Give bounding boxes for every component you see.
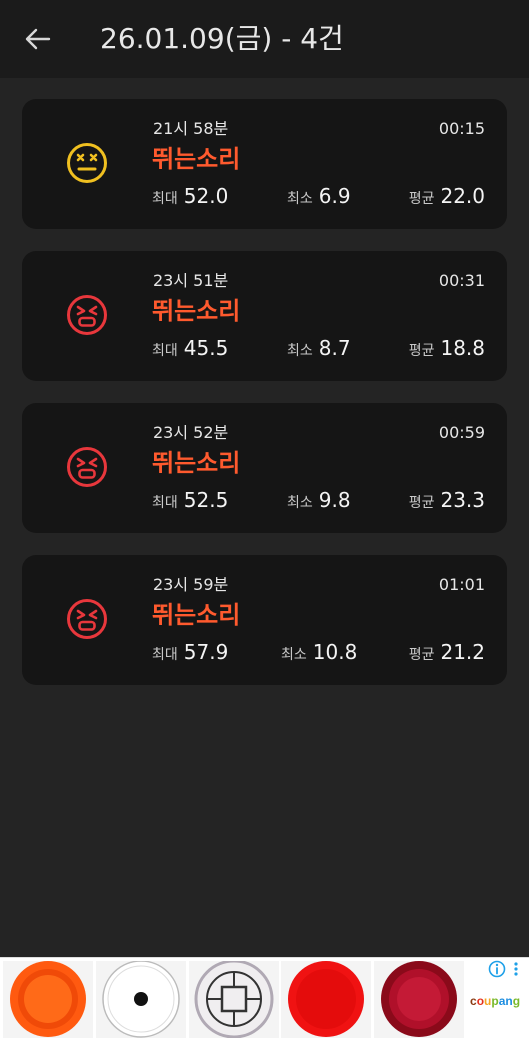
stat-avg: 평균 18.8 (409, 335, 485, 364)
record-type: 뛰는소리 (152, 601, 241, 629)
coupang-logo: coupang (470, 994, 521, 1008)
record-card[interactable]: 23시 52분 00:59 뛰는소리 최대 52.5 최소 9.8 평균 23.3 (22, 403, 507, 533)
stat-min: 최소 8.7 (287, 335, 351, 364)
record-type: 뛰는소리 (152, 145, 241, 173)
record-duration: 00:31 (438, 271, 485, 290)
record-card[interactable]: 23시 51분 00:31 뛰는소리 최대 45.5 최소 8.7 평균 18.8 (22, 251, 507, 381)
stat-min-label: 최소 (287, 343, 313, 359)
more-vertical-icon[interactable] (513, 962, 519, 976)
stat-avg-label: 평균 (408, 495, 435, 511)
red-dish-image (288, 961, 364, 1037)
stat-max-value: 52.5 (183, 488, 229, 512)
stat-avg: 평균 22.0 (409, 183, 485, 212)
stat-min-value: 8.7 (318, 336, 351, 360)
stat-max-label: 최대 (152, 495, 178, 511)
stat-max-value: 57.9 (183, 640, 229, 664)
record-time: 23시 59분 (153, 575, 229, 594)
stat-max: 최대 45.5 (152, 335, 228, 364)
stat-max: 최대 52.5 (152, 487, 228, 516)
record-duration: 00:15 (438, 119, 485, 138)
stat-max-value: 45.5 (183, 336, 229, 360)
dizzy-face-icon (67, 143, 107, 183)
stat-avg-label: 평균 (408, 191, 435, 207)
pattern-plate-image (194, 959, 274, 1039)
record-card[interactable]: 23시 59분 01:01 뛰는소리 최대 57.9 최소 10.8 평균 21.2 (22, 555, 507, 685)
stat-avg-label: 평균 (408, 343, 435, 359)
stat-min-value: 6.9 (318, 184, 351, 208)
stat-max: 최대 52.0 (152, 183, 228, 212)
stat-avg-label: 평균 (408, 647, 435, 663)
arrow-left-icon (25, 28, 51, 50)
stat-min-value: 9.8 (318, 488, 351, 512)
record-time: 23시 51분 (153, 271, 229, 290)
stat-avg-value: 22.0 (440, 184, 485, 208)
record-time: 21시 58분 (153, 119, 229, 138)
record-card[interactable]: 21시 58분 00:15 뛰는소리 최대 52.0 최소 6.9 평균 22.0 (22, 99, 507, 229)
stat-min-value: 10.8 (312, 640, 358, 664)
stat-max-label: 최대 (152, 191, 178, 207)
stat-min: 최소 6.9 (287, 183, 351, 212)
record-time: 23시 52분 (153, 423, 229, 442)
stat-avg-value: 18.8 (440, 336, 485, 360)
ad-product-red-dish[interactable] (281, 961, 371, 1038)
stat-max-value: 52.0 (183, 184, 229, 208)
stat-max-label: 최대 (152, 647, 178, 663)
record-list: 21시 58분 00:15 뛰는소리 최대 52.0 최소 6.9 평균 22.0 2… (22, 99, 507, 707)
burgundy-dish-image (381, 961, 457, 1037)
stat-min-label: 최소 (287, 495, 313, 511)
ad-product-orange-dish[interactable] (3, 961, 93, 1038)
info-icon[interactable] (488, 960, 506, 978)
stat-min: 최소 10.8 (281, 639, 357, 668)
stat-avg-value: 21.2 (440, 640, 485, 664)
back-button[interactable] (16, 18, 60, 60)
record-type: 뛰는소리 (152, 449, 241, 477)
angry-face-icon (67, 295, 107, 335)
record-duration: 01:01 (438, 575, 485, 594)
orange-dish-image (10, 961, 86, 1037)
angry-face-icon (67, 599, 107, 639)
ad-product-pattern-plate[interactable] (189, 959, 279, 1039)
record-duration: 00:59 (438, 423, 485, 442)
stat-min-label: 최소 (287, 191, 313, 207)
app-bar: 26.01.09(금) - 4건 (0, 0, 529, 78)
stat-min-label: 최소 (281, 647, 307, 663)
white-plate-image (102, 960, 180, 1038)
stat-max: 최대 57.9 (152, 639, 228, 668)
stat-avg-value: 23.3 (440, 488, 485, 512)
stat-avg: 평균 23.3 (409, 487, 485, 516)
page-title: 26.01.09(금) - 4건 (100, 22, 344, 55)
ad-product-burgundy-dish[interactable] (374, 961, 464, 1038)
ad-product-white-plate[interactable] (96, 960, 186, 1038)
angry-face-icon (67, 447, 107, 487)
stat-min: 최소 9.8 (287, 487, 351, 516)
record-type: 뛰는소리 (152, 297, 241, 325)
ad-banner[interactable]: coupang (0, 957, 529, 1040)
stat-avg: 평균 21.2 (409, 639, 485, 668)
stat-max-label: 최대 (152, 343, 178, 359)
